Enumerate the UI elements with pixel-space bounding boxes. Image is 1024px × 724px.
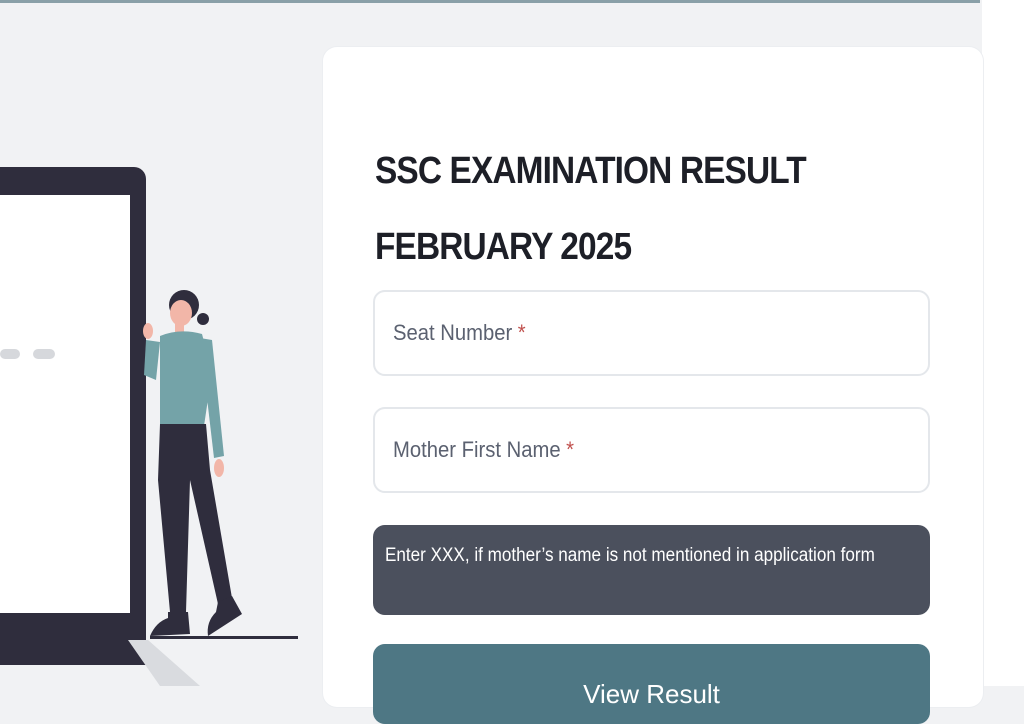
title-line-2: FEBRUARY 2025	[375, 226, 632, 268]
result-form-card: SSC EXAMINATION RESULT FEBRUARY 2025 Sea…	[323, 47, 983, 724]
page-title: SSC EXAMINATION RESULT FEBRUARY 2025	[375, 133, 868, 285]
mother-first-name-field[interactable]: Mother First Name *	[373, 407, 930, 493]
info-note: Enter XXX, if mother’s name is not menti…	[373, 525, 930, 615]
view-result-button[interactable]: View Result	[373, 644, 930, 724]
info-note-text: Enter XXX, if mother’s name is not menti…	[385, 545, 875, 566]
woman-laptop-illustration	[0, 167, 298, 686]
seat-number-field[interactable]: Seat Number *	[373, 290, 930, 376]
seat-number-input[interactable]	[375, 292, 928, 374]
right-margin	[982, 0, 1024, 686]
title-line-1: SSC EXAMINATION RESULT	[375, 150, 807, 192]
mother-first-name-input[interactable]	[375, 409, 928, 491]
